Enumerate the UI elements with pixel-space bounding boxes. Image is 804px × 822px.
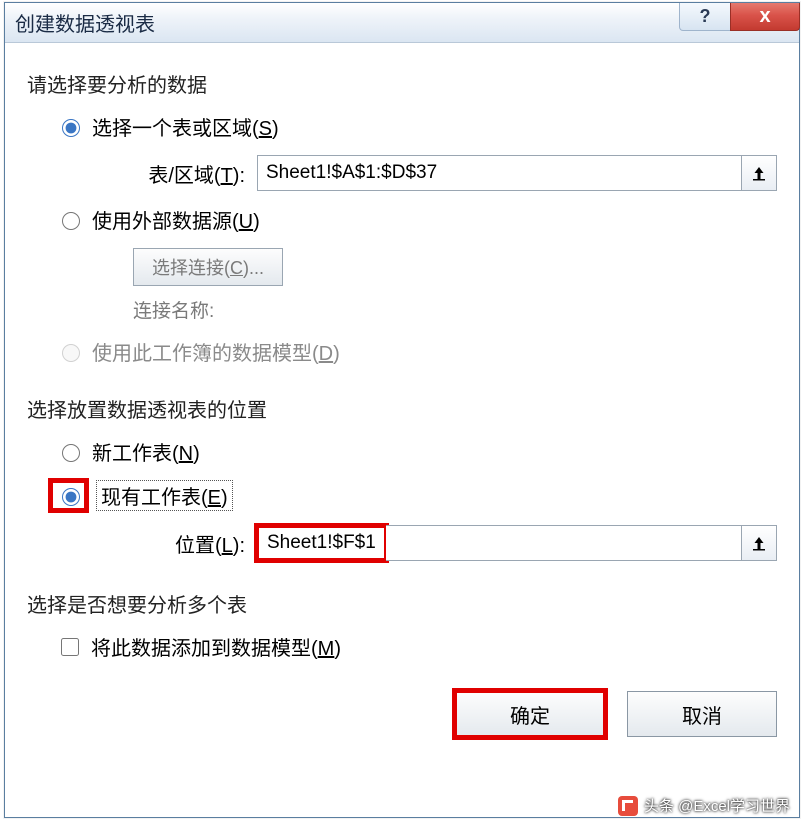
checkbox-add-to-data-model-label: 将此数据添加到数据模型(M) — [91, 632, 341, 661]
dialog-window: 创建数据透视表 ? x 请选择要分析的数据 选择一个表或区域(S) 表/区域(T… — [4, 2, 800, 818]
range-select-icon — [750, 534, 768, 552]
location-value-display: Sheet1!$F$1 — [257, 526, 386, 560]
section-select-data-title: 请选择要分析的数据 — [27, 69, 777, 98]
checkbox-add-to-data-model[interactable]: 将此数据添加到数据模型(M) — [57, 632, 777, 661]
highlight-ok-button: 确定 — [455, 691, 605, 737]
choose-connection-row: 选择连接(C)... — [133, 248, 777, 286]
table-range-field: 表/区域(T): — [117, 155, 777, 191]
radio-external-data-label: 使用外部数据源(U) — [92, 205, 260, 234]
radio-new-worksheet-input[interactable] — [62, 444, 80, 462]
cancel-button[interactable]: 取消 — [627, 691, 777, 737]
dialog-title: 创建数据透视表 — [15, 8, 155, 37]
table-range-input[interactable] — [257, 155, 742, 191]
button-bar: 确定 取消 — [27, 691, 777, 737]
help-button[interactable]: ? — [679, 3, 731, 31]
location-label: 位置(L): — [117, 529, 257, 558]
location-input[interactable] — [386, 525, 742, 561]
titlebar: 创建数据透视表 ? x — [5, 3, 799, 43]
radio-select-table-range[interactable]: 选择一个表或区域(S) — [57, 112, 777, 141]
highlight-location-value: Sheet1!$F$1 — [257, 526, 386, 560]
radio-new-worksheet-label: 新工作表(N) — [92, 437, 200, 466]
collapse-dialog-button-location[interactable] — [741, 525, 777, 561]
radio-new-worksheet[interactable]: 新工作表(N) — [57, 437, 777, 466]
dialog-content: 请选择要分析的数据 选择一个表或区域(S) 表/区域(T): 使用外部数据源(U… — [5, 43, 799, 755]
checkbox-add-to-data-model-input[interactable] — [61, 638, 79, 656]
radio-existing-worksheet-label[interactable]: 现有工作表(E) — [96, 480, 233, 511]
section-multiple-tables-title: 选择是否想要分析多个表 — [27, 589, 777, 618]
radio-select-table-range-input[interactable] — [62, 119, 80, 137]
table-range-label: 表/区域(T): — [117, 159, 257, 188]
section-placement-title: 选择放置数据透视表的位置 — [27, 394, 777, 423]
titlebar-buttons: ? x — [679, 3, 799, 33]
location-field: 位置(L): Sheet1!$F$1 — [117, 525, 777, 561]
radio-data-model: 使用此工作簿的数据模型(D) — [57, 337, 777, 366]
ok-button[interactable]: 确定 — [455, 691, 605, 737]
radio-existing-worksheet-row: 现有工作表(E) — [51, 480, 777, 511]
radio-external-data[interactable]: 使用外部数据源(U) — [57, 205, 777, 234]
choose-connection-button: 选择连接(C)... — [133, 248, 283, 286]
collapse-dialog-button[interactable] — [741, 155, 777, 191]
radio-external-data-input[interactable] — [62, 212, 80, 230]
connection-name-label: 连接名称: — [133, 296, 777, 323]
radio-data-model-label: 使用此工作簿的数据模型(D) — [92, 337, 340, 366]
radio-data-model-input — [62, 344, 80, 362]
radio-select-table-range-label: 选择一个表或区域(S) — [92, 112, 279, 141]
range-select-icon — [750, 164, 768, 182]
close-button[interactable]: x — [730, 3, 800, 31]
radio-existing-worksheet-input[interactable] — [62, 488, 80, 506]
highlight-existing-worksheet — [51, 481, 86, 510]
